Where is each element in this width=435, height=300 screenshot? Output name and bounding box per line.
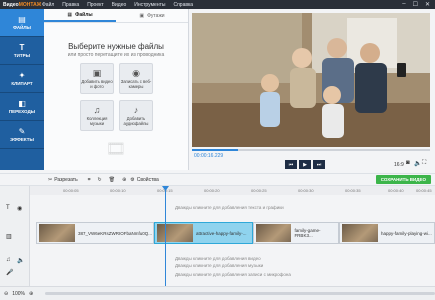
webcam-icon: ◉ (132, 68, 140, 78)
menu-help[interactable]: Справка (173, 2, 193, 8)
video-track-icon: ▥ (6, 234, 12, 240)
transitions-icon: ◧ (18, 99, 26, 108)
grid-icon: ▦ (67, 11, 73, 18)
save-video-button[interactable]: СОХРАНИТЬ ВИДЕО (375, 175, 431, 184)
video-preview (192, 13, 430, 147)
voice-track-hint[interactable]: Дважды кликните для добавления записи с … (175, 272, 291, 277)
sidebar-item-files[interactable]: ▤ ФАЙЛЫ (0, 9, 44, 37)
mute-icon[interactable]: 🔈 (17, 257, 24, 264)
preview-frame (192, 13, 430, 147)
music-track-icon: ♫ (6, 257, 11, 263)
sidebar-item-effects[interactable]: ✎ ЭФФЕКТЫ (0, 121, 44, 149)
ruler-label: 00:00:25 (251, 188, 267, 193)
clip-thumbnail (39, 224, 75, 242)
tab-footage[interactable]: ▣ Футажи (116, 9, 188, 22)
menu-bar: ВидеоМОНТАЖ Файл Правка Проект Видео Инс… (0, 0, 435, 9)
ruler-label: 00:00:30 (298, 188, 314, 193)
clip-thumbnail (342, 224, 378, 242)
window-controls: – ☐ ✕ (402, 1, 435, 8)
ruler-label: 00:00:40 (388, 188, 404, 193)
visibility-icon[interactable]: ◉ (17, 205, 22, 212)
zoom-out-icon[interactable]: ⊖ (4, 291, 8, 297)
add-media-icon: ▣ (92, 68, 102, 78)
music-collection-button[interactable]: ♫ Коллекция музыки (80, 100, 114, 131)
snapshot-icon[interactable]: ◙ (406, 160, 410, 166)
fullscreen-icon[interactable]: ⛶ (422, 160, 426, 167)
clip-thumbnail (157, 224, 193, 242)
menu-project[interactable]: Проект (87, 2, 103, 8)
minimize-icon[interactable]: – (402, 1, 405, 8)
zoom-in-icon[interactable]: ⊕ (29, 291, 33, 297)
folder-icon: ▤ (18, 15, 26, 24)
timeline-clip[interactable]: family-game-FRBK3... (253, 222, 339, 244)
seek-progress (192, 149, 238, 151)
clip-thumbnail (256, 224, 292, 242)
text-track-icon: T (6, 205, 10, 211)
maximize-icon[interactable]: ☐ (413, 1, 418, 8)
menu-tools[interactable]: Инструменты (134, 2, 165, 8)
library-tabs: ▦ Файлы ▣ Футажи (44, 9, 188, 23)
volume-icon[interactable]: 🔈 (414, 160, 421, 167)
time-ruler[interactable]: 00:00:05 00:00:10 00:00:15 00:00:20 00:0… (30, 186, 435, 195)
aspect-ratio[interactable]: 16:9 (394, 162, 404, 168)
menu-edit[interactable]: Правка (62, 2, 79, 8)
effects-icon: ✎ (18, 127, 26, 136)
properties-button[interactable]: ⚙ Свойства (130, 177, 158, 183)
sidebar-item-clipart[interactable]: ✦ КЛИПАРТ (0, 65, 44, 93)
close-icon[interactable]: ✕ (425, 1, 430, 8)
menu-file[interactable]: Файл (42, 2, 54, 8)
timeline-clip-selected[interactable]: attractive-happy-family-... (154, 222, 253, 244)
timeline-clip[interactable]: 387_VW6eKRsZWRIOFbaNmfu0Q... (36, 222, 154, 244)
add-audio-icon: ♪ (133, 105, 139, 115)
playhead[interactable] (165, 186, 166, 286)
film-watermark-icon: 🎞 (105, 141, 127, 158)
titles-icon: T (19, 43, 25, 52)
timeline-clip[interactable]: happy-family-playing-wi... (339, 222, 435, 244)
microphone-icon: 🎤 (6, 270, 14, 276)
library-panel: ▦ Файлы ▣ Футажи Выберите нужные файлы или… (44, 9, 189, 170)
horizontal-scrollbar[interactable] (45, 292, 435, 295)
library-title: Выберите нужные файлы (68, 42, 164, 51)
overlay-track-hint[interactable]: Дважды кликните для добавления видео (175, 256, 261, 261)
delete-icon[interactable]: 🗑 (109, 177, 115, 183)
ruler-label: 00:00:05 (63, 188, 79, 193)
ruler-label: 00:00:45 (416, 188, 432, 193)
ruler-label: 00:00:10 (110, 188, 126, 193)
cut-button[interactable]: ✂ Разрезать (48, 177, 78, 183)
transport-buttons: ⏮ ▶ ⏭ (285, 160, 325, 169)
add-media-button[interactable]: ▣ Добавить видео и фото (80, 63, 114, 94)
clipart-icon: ✦ (18, 71, 26, 80)
menu-video[interactable]: Видео (112, 2, 127, 8)
add-audio-button[interactable]: ♪ Добавить аудиофайлы (119, 100, 153, 131)
play-icon[interactable]: ▶ (299, 160, 311, 169)
app-logo: ВидеоМОНТАЖ (3, 1, 42, 8)
library-subtitle: или просто перетащите их из проводника (67, 52, 165, 58)
ruler-label: 00:00:20 (204, 188, 220, 193)
webcam-button[interactable]: ◉ Записать с веб-камеры (119, 63, 153, 94)
status-bar: ⊖ 100% ⊕ (0, 286, 435, 300)
track-controls: T ◉ ▥ ♫ 🔈 🎤 (0, 186, 30, 286)
gear-icon: ⚙ (130, 176, 135, 183)
text-track-hint[interactable]: Дважды кликните для добавления текста и … (175, 205, 284, 210)
tab-files[interactable]: ▦ Файлы (44, 9, 116, 22)
time-display: 00:00:16.229 (194, 153, 224, 159)
sidebar: ▤ ФАЙЛЫ T ТИТРЫ ✦ КЛИПАРТ ◧ ПЕРЕХОДЫ ✎ ЭФФЕКТ… (0, 9, 44, 170)
scissors-icon: ✂ (48, 176, 53, 183)
player-controls: 00:00:16.229 ⏮ ▶ ⏭ 16:9 ◙ 🔈 ⛶ (192, 147, 432, 173)
music-icon: ♫ (93, 105, 101, 115)
film-icon: ▣ (139, 12, 145, 19)
sidebar-item-transitions[interactable]: ◧ ПЕРЕХОДЫ (0, 93, 44, 121)
crop-icon[interactable]: ⌗ (88, 177, 91, 183)
rotate-icon[interactable]: ↻ (98, 177, 102, 183)
music-track-hint[interactable]: Дважды кликните для добавления музыки (175, 263, 263, 268)
next-frame-icon[interactable]: ⏭ (313, 160, 325, 169)
zoom-level: 100% (12, 290, 25, 297)
add-icon[interactable]: ⊕ (122, 177, 126, 183)
ruler-label: 00:00:35 (345, 188, 361, 193)
sidebar-item-titles[interactable]: T ТИТРЫ (0, 37, 44, 65)
prev-frame-icon[interactable]: ⏮ (285, 160, 297, 169)
timeline-toolbar: ✂ Разрезать ⌗ ↻ 🗑 ⊕ ⚙ Свойства СОХРАНИТЬ В… (0, 173, 435, 186)
